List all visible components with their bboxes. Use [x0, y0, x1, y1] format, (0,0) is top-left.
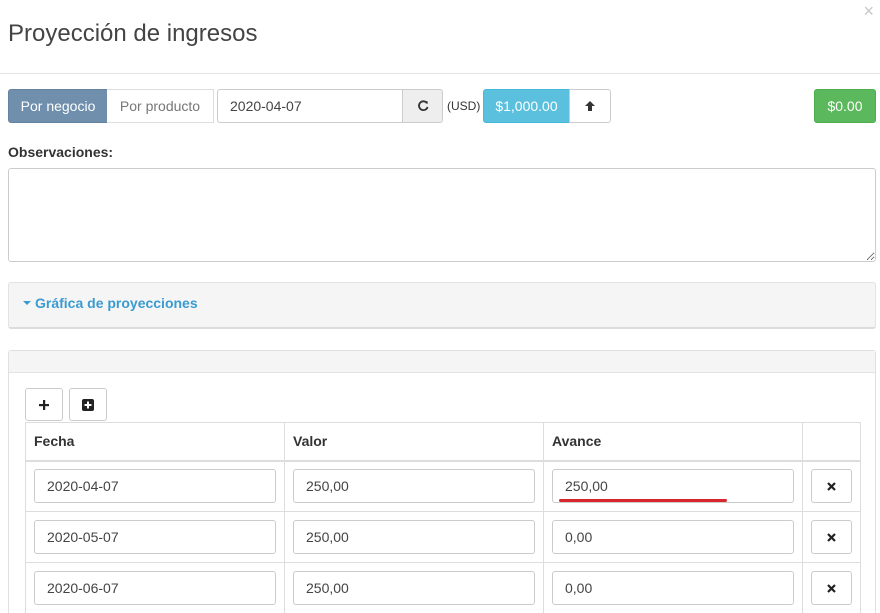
delete-row-button[interactable]: [811, 520, 852, 554]
plus-square-icon: [82, 398, 94, 411]
mode-business-button[interactable]: Por negocio: [8, 89, 108, 123]
toolbar: Por negocio Por producto 2020-04-07 (USD…: [8, 89, 876, 123]
currency-label: (USD): [447, 99, 481, 113]
caret-down-icon: [23, 301, 31, 306]
modal-header: Proyección de ingresos ×: [0, 0, 880, 74]
times-icon: [827, 481, 836, 491]
annotation-underline: [559, 499, 727, 502]
valor-input[interactable]: 250,00: [293, 469, 535, 504]
times-icon: [827, 532, 836, 542]
avance-input[interactable]: 0,00: [552, 571, 794, 605]
apply-amount-button[interactable]: [569, 89, 611, 123]
projections-panel: Fecha Valor Avance 2020-04-07 250,00 250…: [8, 350, 876, 613]
fecha-input[interactable]: 2020-05-07: [34, 520, 276, 554]
header-fecha: Fecha: [25, 422, 285, 462]
chart-toggle-label: Gráfica de proyecciones: [35, 295, 198, 311]
delete-row-button[interactable]: [811, 571, 852, 605]
observations-textarea[interactable]: [8, 168, 876, 262]
modal-title: Proyección de ingresos: [8, 20, 258, 47]
close-icon[interactable]: ×: [863, 2, 874, 20]
add-multiple-rows-button[interactable]: [69, 388, 107, 421]
chart-panel: Gráfica de proyecciones: [8, 282, 876, 329]
fecha-input[interactable]: 2020-06-07: [34, 571, 276, 605]
header-avance: Avance: [543, 422, 803, 462]
fecha-input[interactable]: 2020-04-07: [34, 469, 276, 504]
delete-row-button[interactable]: [811, 469, 852, 504]
add-row-button[interactable]: [25, 388, 63, 421]
header-valor: Valor: [284, 422, 544, 462]
date-input[interactable]: 2020-04-07: [217, 89, 403, 123]
total-badge-button[interactable]: $0.00: [814, 89, 876, 123]
arrow-up-icon: [585, 101, 595, 111]
plus-icon: [39, 399, 49, 410]
mode-product-button[interactable]: Por producto: [107, 89, 214, 123]
valor-input[interactable]: 250,00: [293, 571, 535, 605]
table-row: 2020-04-07 250,00 250,00: [25, 460, 861, 512]
header-actions: [802, 422, 861, 462]
amount-button[interactable]: $1,000.00: [483, 89, 570, 123]
table-row: 2020-05-07 250,00 0,00: [25, 511, 861, 563]
projections-table: Fecha Valor Avance 2020-04-07 250,00 250…: [25, 422, 861, 613]
observations-label: Observaciones:: [8, 144, 114, 160]
times-icon: [827, 583, 836, 593]
valor-input[interactable]: 250,00: [293, 520, 535, 554]
table-row: 2020-06-07 250,00 0,00: [25, 562, 861, 613]
avance-input[interactable]: 0,00: [552, 520, 794, 554]
refresh-icon: [417, 100, 428, 111]
refresh-button[interactable]: [402, 89, 443, 123]
projections-panel-heading: [9, 351, 875, 373]
table-header-row: Fecha Valor Avance: [25, 422, 861, 462]
chart-toggle[interactable]: Gráfica de proyecciones: [23, 295, 198, 311]
